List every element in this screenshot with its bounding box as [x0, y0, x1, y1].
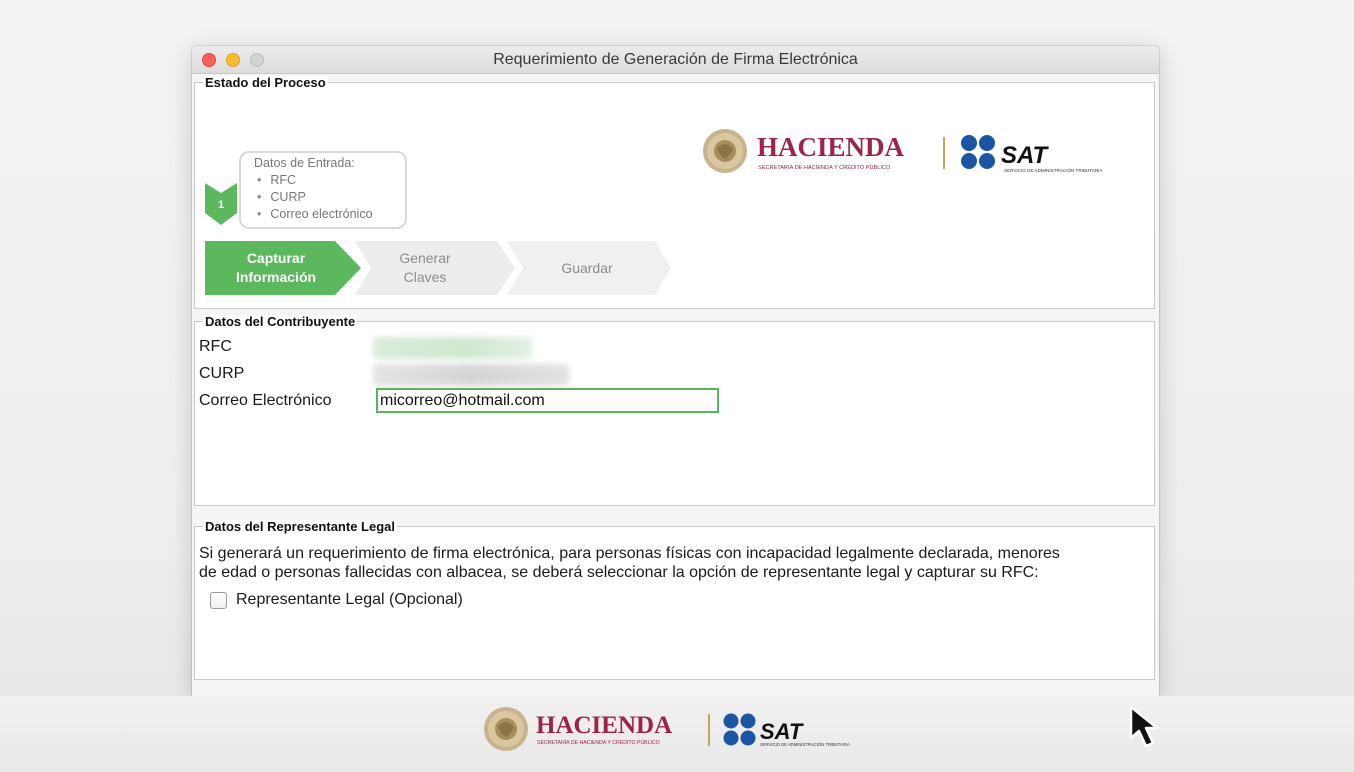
app-window: Requerimiento de Generación de Firma Ele…: [192, 46, 1159, 696]
contribuyente-legend: Datos del Contribuyente: [203, 314, 358, 329]
curp-value-redacted: [373, 364, 569, 386]
datos-entrada-title: Datos de Entrada:: [254, 156, 355, 170]
representante-legal-checkbox[interactable]: [210, 592, 227, 609]
step-number-marker: 1: [205, 183, 237, 225]
representante-panel: Datos del Representante Legal Si generar…: [194, 520, 1155, 680]
window-title: Requerimiento de Generación de Firma Ele…: [493, 51, 858, 68]
footer-hacienda-subtext: SECRETARÍA DE HACIENDA Y CRÉDITO PÚBLICO: [537, 739, 660, 746]
footer-sat-subtext: SERVICIO DE ADMINISTRACIÓN TRIBUTARIA: [760, 742, 850, 747]
email-input[interactable]: micorreo@hotmail.com: [376, 388, 719, 413]
sat-subtext: SERVICIO DE ADMINISTRACIÓN TRIBUTARIA: [1004, 167, 1103, 173]
estado-proceso-legend: Estado del Proceso: [203, 75, 328, 90]
step-guardar: Guardar: [561, 259, 613, 276]
footer-sat-text: SAT: [760, 719, 804, 744]
step-generar: Generar Claves: [399, 250, 451, 285]
email-label: Correo Electrónico: [199, 392, 332, 409]
representante-legal-label[interactable]: Representante Legal (Opcional): [236, 591, 463, 609]
step-number: 1: [218, 199, 224, 211]
estado-proceso-panel: Estado del Proceso 1 Datos de Entrada: R…: [194, 76, 1155, 309]
sat-dots-icon: [723, 713, 756, 746]
representante-legend: Datos del Representante Legal: [203, 519, 397, 534]
representante-description: Si generará un requerimiento de firma el…: [199, 545, 1060, 581]
rfc-label: RFC: [199, 338, 232, 355]
title-bar[interactable]: Requerimiento de Generación de Firma Ele…: [192, 46, 1159, 74]
datos-entrada-item: RFC: [254, 172, 405, 189]
sat-text: SAT: [1001, 142, 1050, 169]
step-capturar: Capturar Información: [235, 250, 317, 285]
footer-hacienda-sat-logo: HACIENDA SECRETARÍA DE HACIENDA Y CRÉDIT…: [484, 707, 850, 751]
datos-entrada-item: Correo electrónico: [254, 206, 405, 223]
contribuyente-panel: Datos del Contribuyente RFC CURP Correo …: [194, 315, 1155, 506]
mexico-seal-icon: [484, 707, 528, 751]
rfc-value-redacted: [373, 337, 533, 359]
hacienda-sat-logo: HACIENDA SECRETARÍA DE HACIENDA Y CRÉDIT…: [703, 129, 1103, 173]
mouse-pointer-icon: [1129, 705, 1159, 748]
datos-entrada-box: Datos de Entrada: RFC CURP Correo electr…: [239, 151, 407, 229]
process-steps: Capturar Información Generar Claves Guarda…: [205, 241, 675, 295]
hacienda-text: HACIENDA: [757, 132, 905, 162]
datos-entrada-item: CURP: [254, 189, 405, 206]
footer-hacienda-text: HACIENDA: [536, 712, 672, 739]
mexico-seal-icon: [703, 129, 747, 173]
curp-label: CURP: [199, 365, 245, 382]
sat-dots-icon: [961, 135, 995, 169]
hacienda-subtext: SECRETARÍA DE HACIENDA Y CRÉDITO PÚBLICO: [758, 164, 891, 171]
